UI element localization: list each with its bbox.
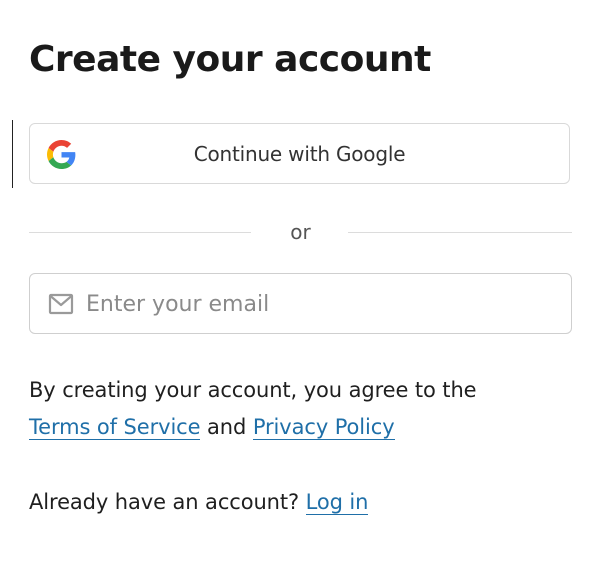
email-field[interactable] [29,273,572,334]
text-cursor [12,120,13,188]
google-button-label: Continue with Google [193,141,406,166]
terms-of-service-link[interactable]: Terms of Service [29,415,201,440]
google-icon [47,140,76,169]
login-prompt: Already have an account? [29,490,300,514]
login-prompt-row: Already have an account? Log in [29,484,368,521]
or-divider: or [29,218,572,248]
email-input[interactable] [86,282,556,326]
divider-line-right [348,232,572,233]
terms-and: and [207,415,247,439]
terms-text: By creating your account, you agree to t… [29,372,589,446]
terms-prefix: By creating your account, you agree to t… [29,378,477,402]
mail-icon [48,293,74,315]
privacy-policy-link[interactable]: Privacy Policy [252,415,395,440]
continue-with-google-button[interactable]: Continue with Google [29,123,570,184]
page-title: Create your account [29,39,431,80]
log-in-link[interactable]: Log in [305,490,368,515]
